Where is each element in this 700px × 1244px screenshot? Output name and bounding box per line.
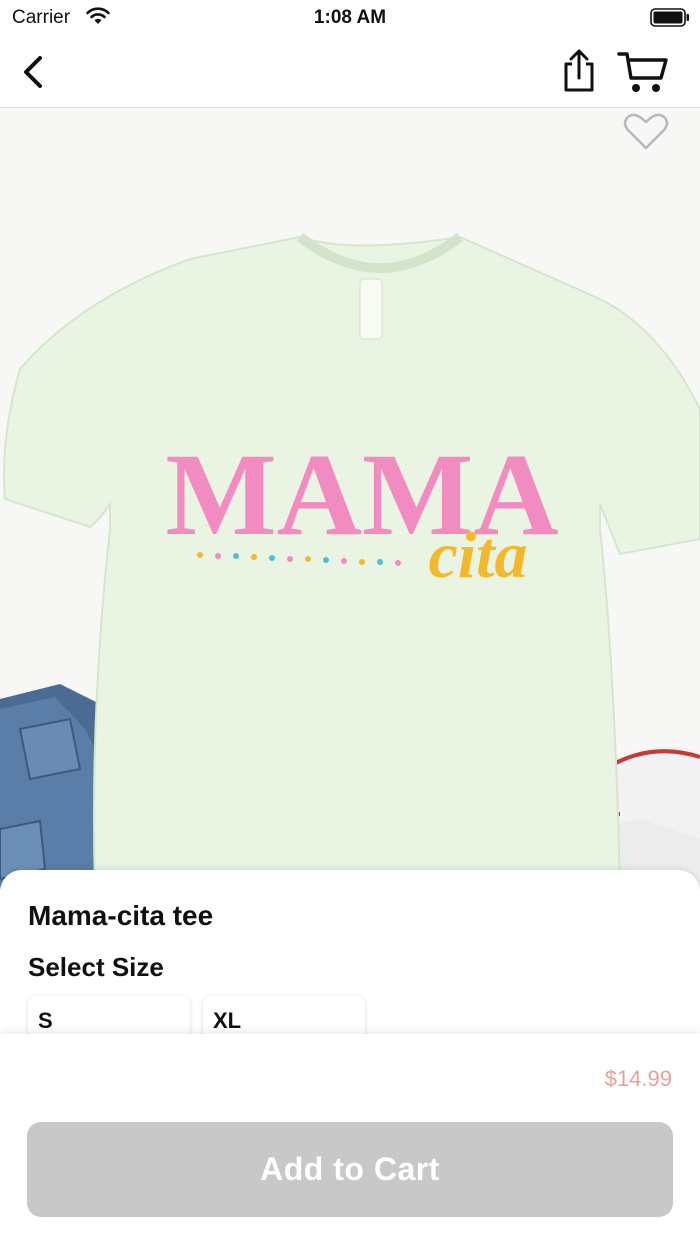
navigation-bar: [0, 36, 700, 108]
clock: 1:08 AM: [313, 7, 387, 28]
status-bar: Carrier 1:08 AM: [0, 0, 700, 36]
select-size-heading: Select Size: [28, 952, 164, 982]
share-icon[interactable]: [558, 46, 600, 96]
heart-icon[interactable]: [620, 112, 672, 152]
battery-icon: [650, 8, 689, 27]
product-detail-sheet: Mama-cita tee Select Size S XL: [0, 870, 700, 1040]
product-image: MAMA cita: [0, 109, 700, 889]
price-label: $14.99: [604, 1066, 672, 1091]
purchase-bar: $14.99 Add to Cart: [0, 1034, 700, 1244]
product-name: Mama-cita tee: [28, 900, 214, 931]
print-script-text: cita: [429, 519, 528, 592]
add-to-cart-button[interactable]: Add to Cart: [27, 1122, 673, 1217]
back-chevron-icon[interactable]: [16, 50, 50, 94]
product-photo-illustration: MAMA cita: [0, 233, 700, 889]
cart-icon[interactable]: [616, 48, 670, 96]
